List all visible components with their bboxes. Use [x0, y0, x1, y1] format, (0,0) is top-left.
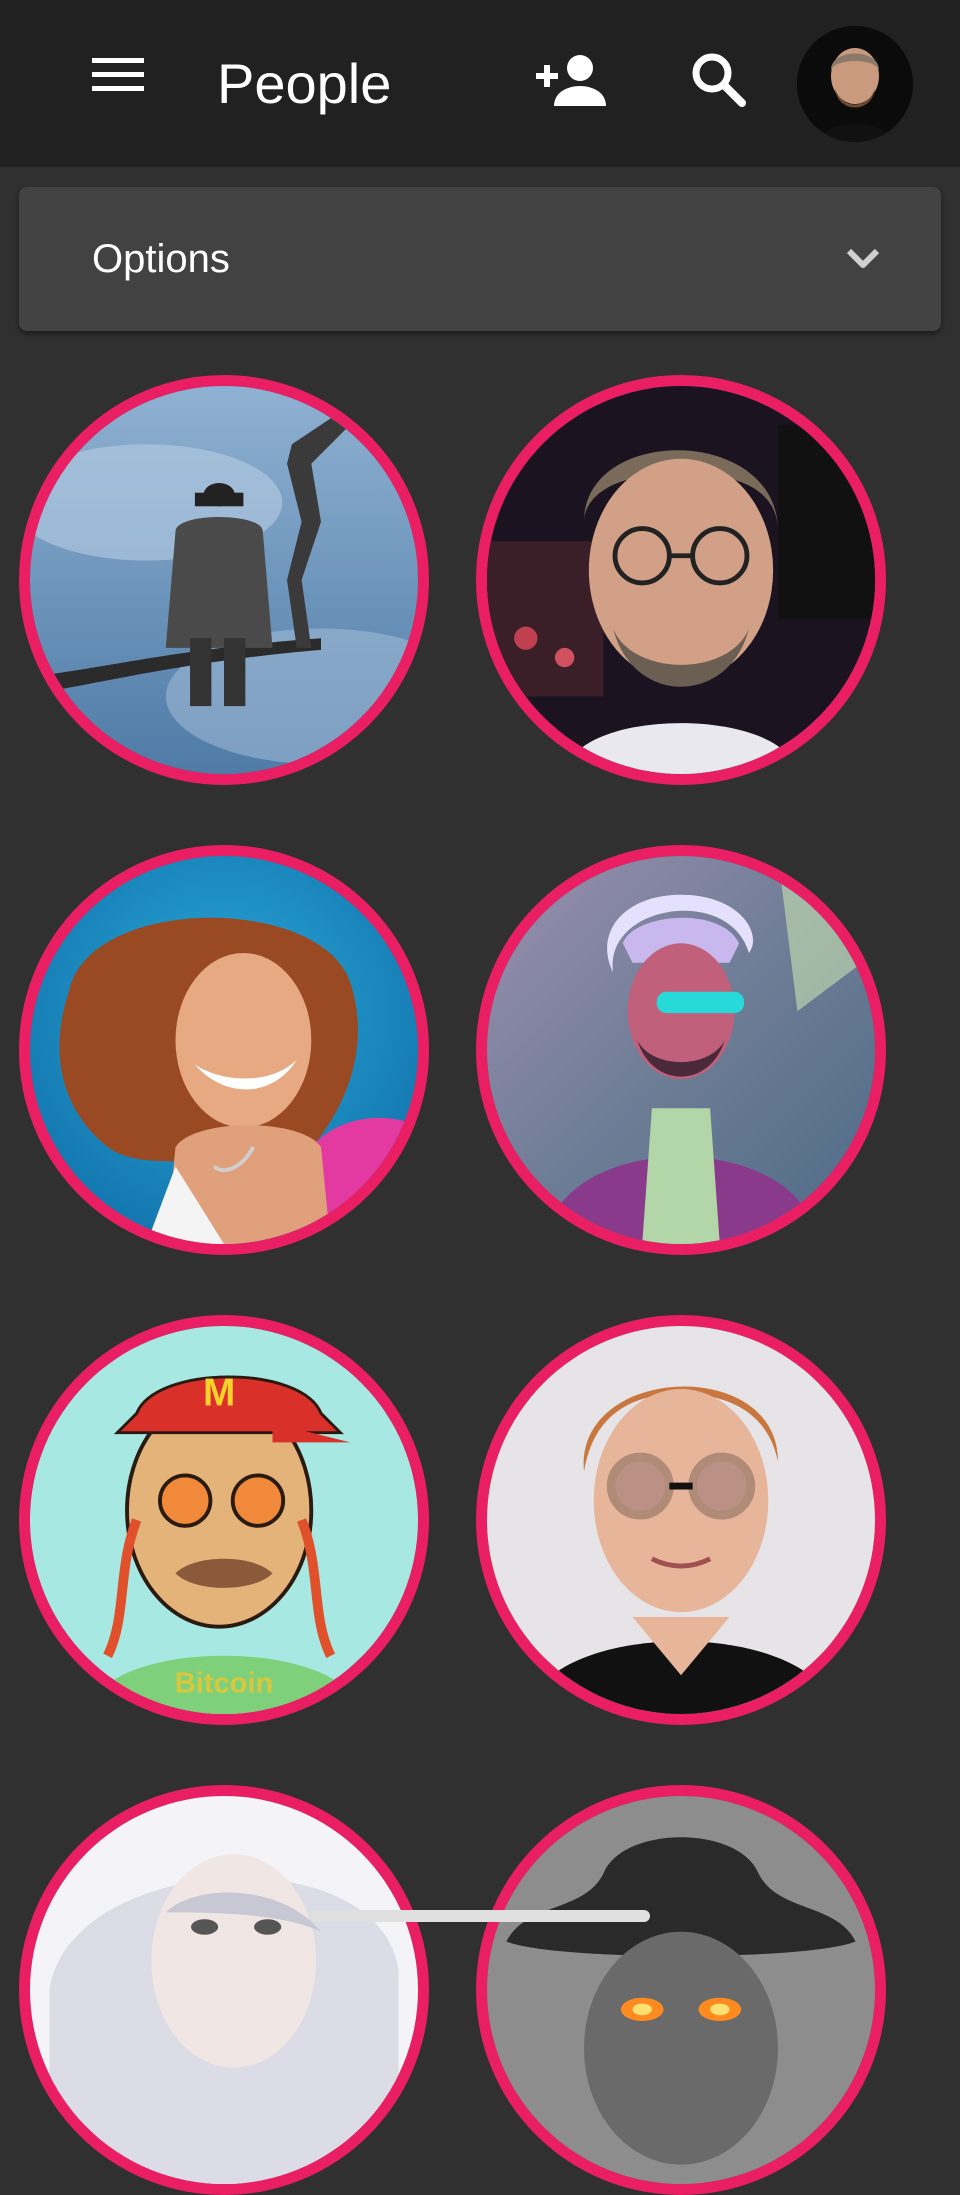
- menu-icon: [92, 58, 144, 91]
- search-icon: [692, 53, 746, 107]
- person-photo: [30, 1796, 418, 2184]
- person-photo: M Bitcoin: [30, 1326, 418, 1714]
- account-avatar-image: [797, 26, 913, 142]
- account-avatar[interactable]: [797, 26, 913, 142]
- search-button[interactable]: [678, 40, 758, 120]
- person-photo: [487, 1326, 875, 1714]
- svg-text:Bitcoin: Bitcoin: [175, 1668, 274, 1700]
- person-avatar[interactable]: [476, 375, 886, 785]
- add-person-button[interactable]: [532, 40, 612, 120]
- person-avatar[interactable]: [19, 1785, 429, 2195]
- person-avatar[interactable]: [19, 375, 429, 785]
- home-indicator[interactable]: [310, 1910, 650, 1922]
- person-photo: [487, 1796, 875, 2184]
- chevron-down-icon: [846, 248, 880, 268]
- person-avatar[interactable]: [476, 845, 886, 1255]
- options-panel[interactable]: Options: [19, 187, 941, 331]
- app-bar: People: [0, 0, 960, 167]
- person-photo: [487, 856, 875, 1244]
- svg-text:M: M: [203, 1372, 235, 1415]
- person-photo: [30, 386, 418, 774]
- person-avatar[interactable]: [19, 845, 429, 1255]
- menu-button[interactable]: [88, 52, 152, 100]
- person-avatar[interactable]: [476, 1315, 886, 1725]
- options-label: Options: [92, 237, 230, 281]
- page-title: People: [217, 52, 392, 115]
- person-avatar[interactable]: [476, 1785, 886, 2195]
- person-photo: [30, 856, 418, 1244]
- person-photo: [487, 386, 875, 774]
- person-avatar[interactable]: M Bitcoin: [19, 1315, 429, 1725]
- person-add-icon: [536, 55, 606, 106]
